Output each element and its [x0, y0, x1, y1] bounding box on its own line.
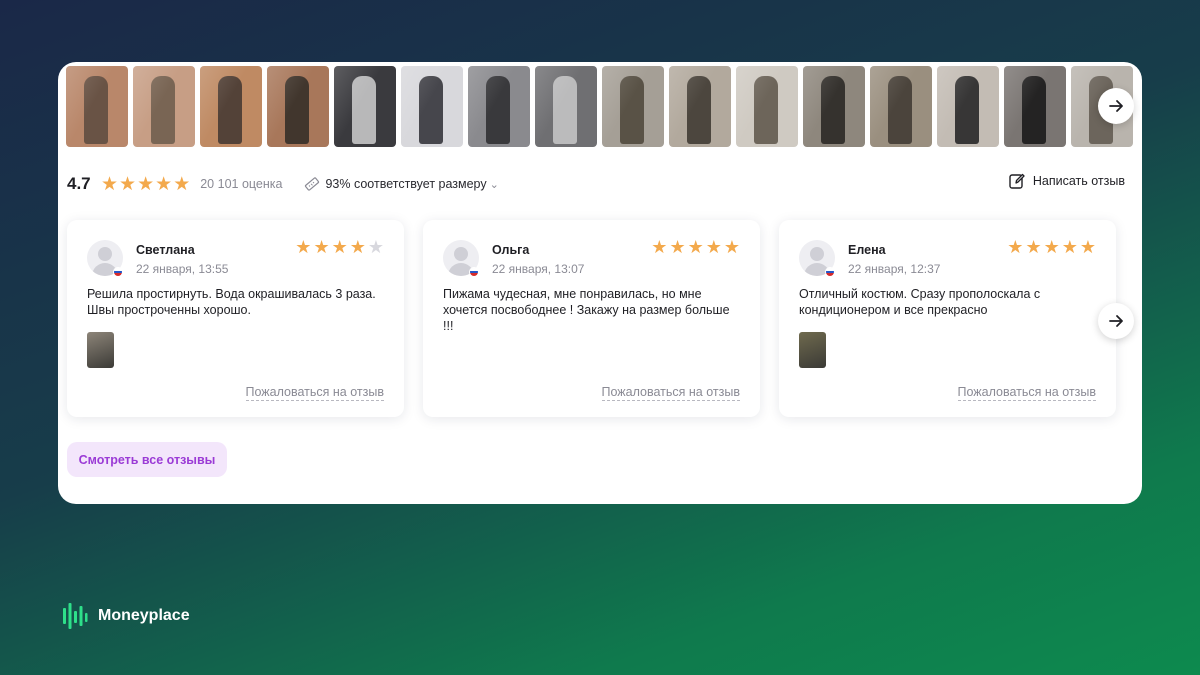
review-photo[interactable] [602, 66, 664, 147]
write-review-button[interactable]: Написать отзыв [1008, 172, 1125, 190]
edit-icon [1009, 173, 1025, 189]
review-card: Светлана 22 января, 13:55 ★ ★ ★ ★ ★ Решила п… [67, 220, 404, 417]
review-photo[interactable] [66, 66, 128, 147]
reviews-next-button[interactable] [1098, 303, 1134, 339]
star-icon: ★ [155, 173, 173, 195]
review-text: Решила простирнуть. Вода окрашивалась 3 … [87, 287, 376, 317]
review-photo[interactable] [200, 66, 262, 147]
photo-strip-next-button[interactable] [1098, 88, 1134, 124]
brand-name: Moneyplace [98, 607, 190, 624]
review-photo-thumbnail[interactable] [87, 332, 114, 368]
star-icon: ★ [367, 237, 384, 257]
star-icon: ★ [723, 237, 740, 257]
review-date: 22 января, 13:07 [492, 262, 585, 276]
arrow-right-icon [1109, 315, 1123, 327]
ruler-icon [305, 177, 320, 191]
review-photo[interactable] [669, 66, 731, 147]
review-photo[interactable] [803, 66, 865, 147]
size-fit-dropdown[interactable]: 93% соответствует размеру ⌄ [304, 176, 499, 192]
report-review-link[interactable]: Пожаловаться на отзыв [957, 385, 1096, 401]
russia-flag-icon [113, 267, 123, 277]
star-icon: ★ [1079, 237, 1096, 257]
reviewer-name: Ольга [492, 243, 530, 257]
russia-flag-icon [825, 267, 835, 277]
star-icon: ★ [669, 237, 686, 257]
review-photo[interactable] [267, 66, 329, 147]
review-photo[interactable] [468, 66, 530, 147]
rating-stars: ★ ★ ★ ★ ★ [101, 175, 190, 194]
review-card: Елена 22 января, 12:37 ★ ★ ★ ★ ★ Отличный ко… [779, 220, 1116, 417]
star-icon: ★ [119, 173, 137, 195]
star-icon: ★ [687, 237, 704, 257]
review-text: Отличный костюм. Сразу прополоскала с ко… [799, 287, 1041, 317]
russia-flag-icon [469, 267, 479, 277]
review-photo[interactable] [334, 66, 396, 147]
star-icon: ★ [313, 237, 330, 257]
reviews-panel: 4.7 ★ ★ ★ ★ ★ 20 101 оценка 93% соответствуе… [58, 62, 1142, 504]
star-icon: ★ [173, 173, 191, 195]
report-review-link[interactable]: Пожаловаться на отзыв [601, 385, 740, 401]
star-icon: ★ [1007, 237, 1024, 257]
report-review-link[interactable]: Пожаловаться на отзыв [245, 385, 384, 401]
rating-value: 4.7 [67, 174, 91, 193]
star-icon: ★ [1025, 237, 1042, 257]
review-photo[interactable] [736, 66, 798, 147]
review-photo[interactable] [1004, 66, 1066, 147]
moneyplace-logo-icon [63, 603, 88, 629]
arrow-right-icon [1109, 100, 1123, 112]
rating-count: 20 101 оценка [200, 177, 283, 191]
star-icon: ★ [705, 237, 722, 257]
rating-summary: 4.7 ★ ★ ★ ★ ★ 20 101 оценка 93% соответствуе… [67, 172, 1127, 196]
size-fit-text: 93% соответствует размеру [325, 177, 487, 191]
review-photo[interactable] [870, 66, 932, 147]
star-icon: ★ [1043, 237, 1060, 257]
star-icon: ★ [1061, 237, 1078, 257]
view-all-reviews-button[interactable]: Смотреть все отзывы [67, 442, 227, 477]
review-card: Ольга 22 января, 13:07 ★ ★ ★ ★ ★ Пижама чуде… [423, 220, 760, 417]
star-icon: ★ [331, 237, 348, 257]
brand-watermark: Moneyplace [62, 602, 190, 630]
review-text: Пижама чудесная, мне понравилась, но мне… [443, 287, 730, 333]
review-photo-thumbnail[interactable] [799, 332, 826, 368]
review-stars: ★ ★ ★ ★ ★ [295, 238, 384, 256]
review-date: 22 января, 12:37 [848, 262, 941, 276]
review-photo[interactable] [937, 66, 999, 147]
star-icon: ★ [101, 173, 119, 195]
review-stars: ★ ★ ★ ★ ★ [1007, 238, 1096, 256]
reviewer-name: Елена [848, 243, 886, 257]
review-photo[interactable] [133, 66, 195, 147]
review-photo[interactable] [401, 66, 463, 147]
review-photo-strip [66, 66, 1142, 150]
write-review-label: Написать отзыв [1032, 174, 1125, 188]
reviewer-name: Светлана [136, 243, 195, 257]
review-stars: ★ ★ ★ ★ ★ [651, 238, 740, 256]
review-date: 22 января, 13:55 [136, 262, 229, 276]
review-photo[interactable] [535, 66, 597, 147]
star-icon: ★ [137, 173, 155, 195]
star-icon: ★ [295, 237, 312, 257]
star-icon: ★ [349, 237, 366, 257]
chevron-down-icon: ⌄ [489, 178, 499, 191]
star-icon: ★ [651, 237, 668, 257]
